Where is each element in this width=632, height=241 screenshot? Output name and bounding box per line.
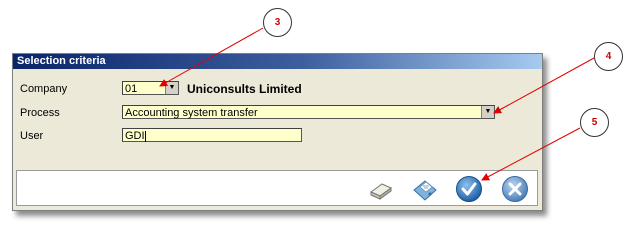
close-icon xyxy=(502,176,528,202)
button-bar xyxy=(16,170,538,206)
report-button[interactable] xyxy=(411,175,439,203)
printer-icon xyxy=(413,180,437,201)
process-select[interactable]: Accounting system transfer ▼ xyxy=(122,105,495,119)
callout-5: 5 xyxy=(580,108,609,137)
clear-button[interactable] xyxy=(367,175,395,203)
selection-criteria-dialog: Selection criteria Company 01 ▼ Uniconsu… xyxy=(12,53,543,211)
process-value: Accounting system transfer xyxy=(125,107,258,119)
user-label: User xyxy=(20,130,44,142)
dialog-titlebar: Selection criteria xyxy=(13,54,542,69)
company-dropdown-button[interactable]: ▼ xyxy=(165,82,178,94)
cancel-button[interactable] xyxy=(501,175,529,203)
chevron-down-icon: ▼ xyxy=(168,84,176,91)
text-cursor xyxy=(144,130,146,142)
ok-button[interactable] xyxy=(455,175,483,203)
callout-4: 4 xyxy=(594,42,623,71)
process-dropdown-button[interactable]: ▼ xyxy=(481,106,494,118)
eraser-icon xyxy=(370,183,392,200)
company-label: Company xyxy=(20,83,68,95)
chevron-down-icon: ▼ xyxy=(484,108,492,115)
company-value: 01 xyxy=(125,83,138,95)
dialog-title: Selection criteria xyxy=(17,55,106,67)
checkmark-icon xyxy=(456,176,482,202)
process-label: Process xyxy=(20,107,60,119)
user-input[interactable]: GDI xyxy=(122,128,302,142)
company-select[interactable]: 01 ▼ xyxy=(122,81,179,95)
user-value: GDI xyxy=(125,130,145,142)
company-name: Uniconsults Limited xyxy=(187,82,302,96)
callout-3: 3 xyxy=(263,8,292,37)
